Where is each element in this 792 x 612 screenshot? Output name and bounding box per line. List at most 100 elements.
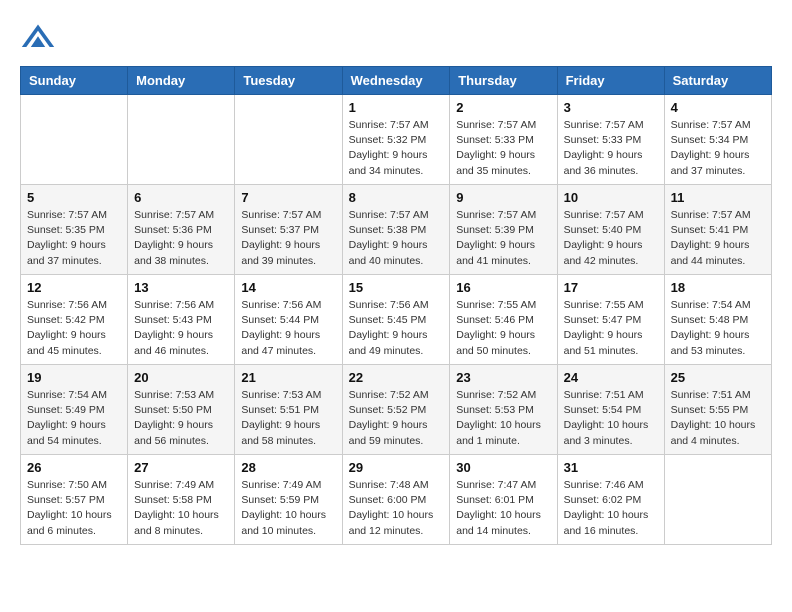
day-number: 6: [134, 190, 228, 205]
calendar-cell: 11Sunrise: 7:57 AM Sunset: 5:41 PM Dayli…: [664, 185, 771, 275]
calendar-cell: 31 Sunrise: 7:46 AM Sunset: 6:02 PM Dayli…: [557, 455, 664, 545]
day-info: Sunrise: 7:52 AM Sunset: 5:52 PM Dayligh…: [349, 388, 444, 449]
day-info: Sunrise: 7:57 AM Sunset: 5:33 PM Dayligh…: [456, 118, 550, 179]
day-header-tuesday: Tuesday: [235, 67, 342, 95]
calendar-cell: 8Sunrise: 7:57 AM Sunset: 5:38 PM Daylig…: [342, 185, 450, 275]
day-number: 15: [349, 280, 444, 295]
calendar-cell: 16 Sunrise: 7:55 AM Sunset: 5:46 PM Dayli…: [450, 275, 557, 365]
calendar-cell: 4 Sunrise: 7:57 AM Sunset: 5:34 PM Daylig…: [664, 95, 771, 185]
calendar-week-row: 19 Sunrise: 7:54 AM Sunset: 5:49 PM Dayli…: [21, 365, 772, 455]
page-header: [20, 20, 772, 56]
calendar-cell: 29 Sunrise: 7:48 AM Sunset: 6:00 PM Dayli…: [342, 455, 450, 545]
day-info: Sunrise: 7:56 AM Sunset: 5:45 PM Dayligh…: [349, 298, 444, 359]
calendar-cell: 25 Sunrise: 7:51 AM Sunset: 5:55 PM Dayli…: [664, 365, 771, 455]
day-number: 4: [671, 100, 765, 115]
day-number: 25: [671, 370, 765, 385]
calendar-week-row: 1 Sunrise: 7:57 AM Sunset: 5:32 PM Daylig…: [21, 95, 772, 185]
day-info: Sunrise: 7:55 AM Sunset: 5:46 PM Dayligh…: [456, 298, 550, 359]
day-number: 29: [349, 460, 444, 475]
day-header-monday: Monday: [128, 67, 235, 95]
day-info: Sunrise: 7:56 AM Sunset: 5:43 PM Dayligh…: [134, 298, 228, 359]
day-info: Sunrise: 7:57 AM Sunset: 5:40 PM Dayligh…: [564, 208, 658, 269]
calendar-cell: 10Sunrise: 7:57 AM Sunset: 5:40 PM Dayli…: [557, 185, 664, 275]
calendar-cell: 18Sunrise: 7:54 AM Sunset: 5:48 PM Dayli…: [664, 275, 771, 365]
calendar-cell: 13 Sunrise: 7:56 AM Sunset: 5:43 PM Dayli…: [128, 275, 235, 365]
calendar-cell: 22 Sunrise: 7:52 AM Sunset: 5:52 PM Dayli…: [342, 365, 450, 455]
calendar-week-row: 26 Sunrise: 7:50 AM Sunset: 5:57 PM Dayli…: [21, 455, 772, 545]
day-number: 1: [349, 100, 444, 115]
day-number: 9: [456, 190, 550, 205]
day-number: 31: [564, 460, 658, 475]
day-info: Sunrise: 7:46 AM Sunset: 6:02 PM Dayligh…: [564, 478, 658, 539]
day-header-saturday: Saturday: [664, 67, 771, 95]
day-number: 12: [27, 280, 121, 295]
day-number: 3: [564, 100, 658, 115]
day-info: Sunrise: 7:48 AM Sunset: 6:00 PM Dayligh…: [349, 478, 444, 539]
day-info: Sunrise: 7:54 AM Sunset: 5:49 PM Dayligh…: [27, 388, 121, 449]
day-info: Sunrise: 7:57 AM Sunset: 5:37 PM Dayligh…: [241, 208, 335, 269]
day-info: Sunrise: 7:51 AM Sunset: 5:55 PM Dayligh…: [671, 388, 765, 449]
day-info: Sunrise: 7:53 AM Sunset: 5:51 PM Dayligh…: [241, 388, 335, 449]
calendar-cell: 14 Sunrise: 7:56 AM Sunset: 5:44 PM Dayli…: [235, 275, 342, 365]
day-info: Sunrise: 7:57 AM Sunset: 5:33 PM Dayligh…: [564, 118, 658, 179]
calendar-cell: 23 Sunrise: 7:52 AM Sunset: 5:53 PM Dayli…: [450, 365, 557, 455]
day-number: 16: [456, 280, 550, 295]
calendar-cell: 12 Sunrise: 7:56 AM Sunset: 5:42 PM Dayli…: [21, 275, 128, 365]
calendar-cell: 1 Sunrise: 7:57 AM Sunset: 5:32 PM Daylig…: [342, 95, 450, 185]
day-number: 13: [134, 280, 228, 295]
calendar-cell: 30Sunrise: 7:47 AM Sunset: 6:01 PM Dayli…: [450, 455, 557, 545]
logo-icon: [20, 20, 56, 56]
day-info: Sunrise: 7:49 AM Sunset: 5:58 PM Dayligh…: [134, 478, 228, 539]
day-number: 17: [564, 280, 658, 295]
day-info: Sunrise: 7:57 AM Sunset: 5:34 PM Dayligh…: [671, 118, 765, 179]
day-number: 20: [134, 370, 228, 385]
calendar-cell: [664, 455, 771, 545]
day-number: 7: [241, 190, 335, 205]
calendar-table: SundayMondayTuesdayWednesdayThursdayFrid…: [20, 66, 772, 545]
calendar-week-row: 12 Sunrise: 7:56 AM Sunset: 5:42 PM Dayli…: [21, 275, 772, 365]
day-info: Sunrise: 7:57 AM Sunset: 5:35 PM Dayligh…: [27, 208, 121, 269]
day-header-wednesday: Wednesday: [342, 67, 450, 95]
calendar-cell: 27 Sunrise: 7:49 AM Sunset: 5:58 PM Dayli…: [128, 455, 235, 545]
day-number: 21: [241, 370, 335, 385]
calendar-cell: 15 Sunrise: 7:56 AM Sunset: 5:45 PM Dayli…: [342, 275, 450, 365]
day-info: Sunrise: 7:55 AM Sunset: 5:47 PM Dayligh…: [564, 298, 658, 359]
day-info: Sunrise: 7:57 AM Sunset: 5:32 PM Dayligh…: [349, 118, 444, 179]
day-info: Sunrise: 7:56 AM Sunset: 5:42 PM Dayligh…: [27, 298, 121, 359]
calendar-cell: [235, 95, 342, 185]
day-number: 14: [241, 280, 335, 295]
calendar-cell: 7 Sunrise: 7:57 AM Sunset: 5:37 PM Daylig…: [235, 185, 342, 275]
day-info: Sunrise: 7:54 AM Sunset: 5:48 PM Dayligh…: [671, 298, 765, 359]
day-info: Sunrise: 7:52 AM Sunset: 5:53 PM Dayligh…: [456, 388, 550, 449]
day-number: 24: [564, 370, 658, 385]
calendar-cell: 28Sunrise: 7:49 AM Sunset: 5:59 PM Dayli…: [235, 455, 342, 545]
calendar-cell: 26 Sunrise: 7:50 AM Sunset: 5:57 PM Dayli…: [21, 455, 128, 545]
day-info: Sunrise: 7:53 AM Sunset: 5:50 PM Dayligh…: [134, 388, 228, 449]
day-number: 19: [27, 370, 121, 385]
day-number: 23: [456, 370, 550, 385]
day-info: Sunrise: 7:57 AM Sunset: 5:41 PM Dayligh…: [671, 208, 765, 269]
calendar-cell: 24Sunrise: 7:51 AM Sunset: 5:54 PM Dayli…: [557, 365, 664, 455]
calendar-cell: 6 Sunrise: 7:57 AM Sunset: 5:36 PM Daylig…: [128, 185, 235, 275]
day-number: 30: [456, 460, 550, 475]
day-info: Sunrise: 7:56 AM Sunset: 5:44 PM Dayligh…: [241, 298, 335, 359]
calendar-week-row: 5 Sunrise: 7:57 AM Sunset: 5:35 PM Daylig…: [21, 185, 772, 275]
day-info: Sunrise: 7:50 AM Sunset: 5:57 PM Dayligh…: [27, 478, 121, 539]
day-number: 27: [134, 460, 228, 475]
day-number: 22: [349, 370, 444, 385]
calendar-cell: 20 Sunrise: 7:53 AM Sunset: 5:50 PM Dayli…: [128, 365, 235, 455]
calendar-header-row: SundayMondayTuesdayWednesdayThursdayFrid…: [21, 67, 772, 95]
day-number: 26: [27, 460, 121, 475]
calendar-cell: 5 Sunrise: 7:57 AM Sunset: 5:35 PM Daylig…: [21, 185, 128, 275]
day-info: Sunrise: 7:57 AM Sunset: 5:36 PM Dayligh…: [134, 208, 228, 269]
day-header-thursday: Thursday: [450, 67, 557, 95]
day-number: 2: [456, 100, 550, 115]
day-number: 5: [27, 190, 121, 205]
day-header-friday: Friday: [557, 67, 664, 95]
calendar-cell: [128, 95, 235, 185]
calendar-cell: 2 Sunrise: 7:57 AM Sunset: 5:33 PM Daylig…: [450, 95, 557, 185]
day-header-sunday: Sunday: [21, 67, 128, 95]
calendar-cell: 19 Sunrise: 7:54 AM Sunset: 5:49 PM Dayli…: [21, 365, 128, 455]
day-info: Sunrise: 7:57 AM Sunset: 5:39 PM Dayligh…: [456, 208, 550, 269]
calendar-cell: 21 Sunrise: 7:53 AM Sunset: 5:51 PM Dayli…: [235, 365, 342, 455]
